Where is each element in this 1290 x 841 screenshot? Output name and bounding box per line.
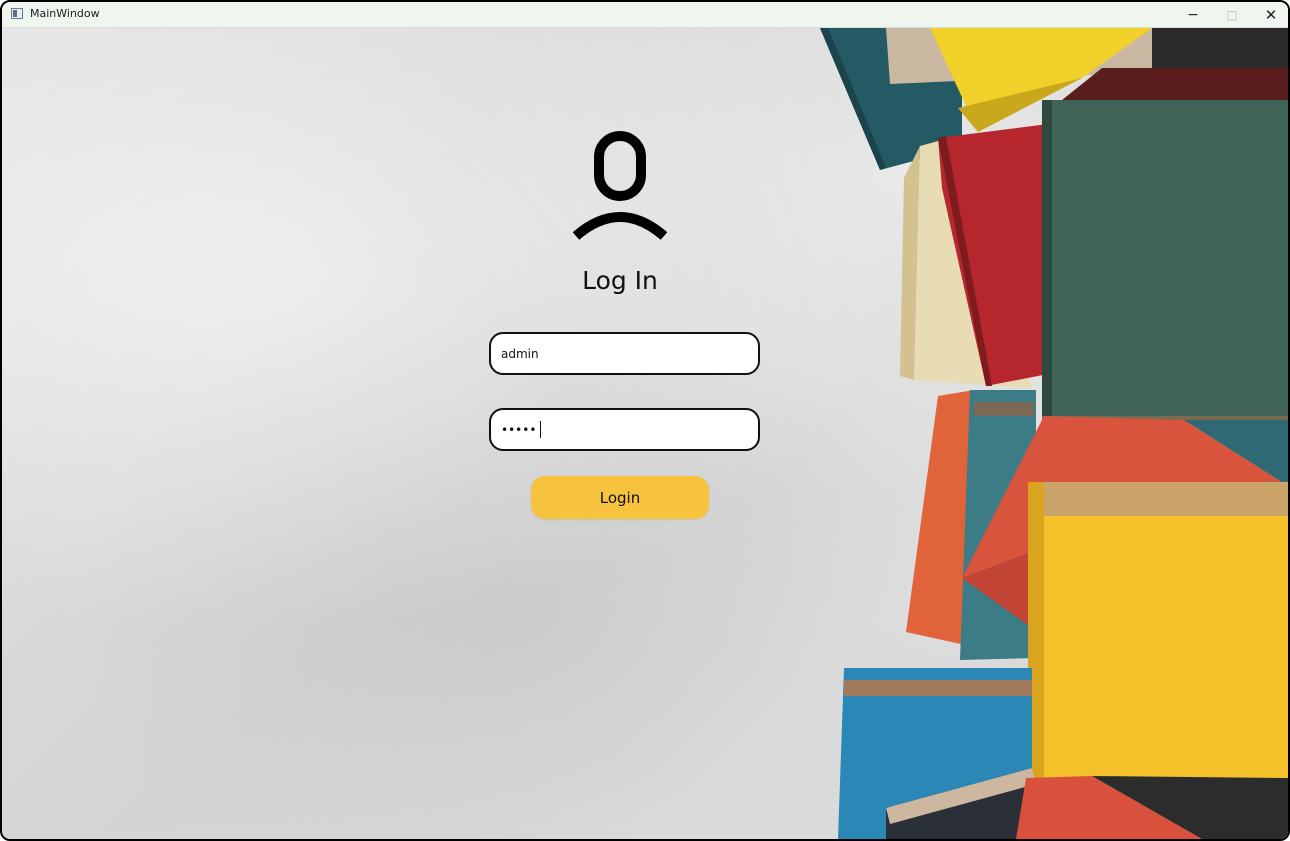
close-button[interactable]: ✕ xyxy=(1252,2,1288,27)
password-field[interactable] xyxy=(489,408,760,451)
login-screen: Log In Login xyxy=(2,28,1288,839)
main-window: MainWindow − □ ✕ Log In admin Login xyxy=(0,0,1290,841)
username-field[interactable] xyxy=(489,332,760,375)
minimize-button[interactable]: − xyxy=(1174,2,1212,27)
password-input[interactable] xyxy=(501,410,746,449)
window-title: MainWindow xyxy=(30,7,100,20)
login-heading: Log In xyxy=(582,266,658,295)
app-window-icon xyxy=(11,8,23,19)
user-icon xyxy=(572,131,668,240)
title-bar[interactable]: MainWindow − □ ✕ xyxy=(2,2,1288,28)
username-input[interactable] xyxy=(501,334,746,373)
text-cursor xyxy=(540,421,541,438)
maximize-button[interactable]: □ xyxy=(1213,2,1251,27)
login-button[interactable]: Login xyxy=(531,476,709,519)
